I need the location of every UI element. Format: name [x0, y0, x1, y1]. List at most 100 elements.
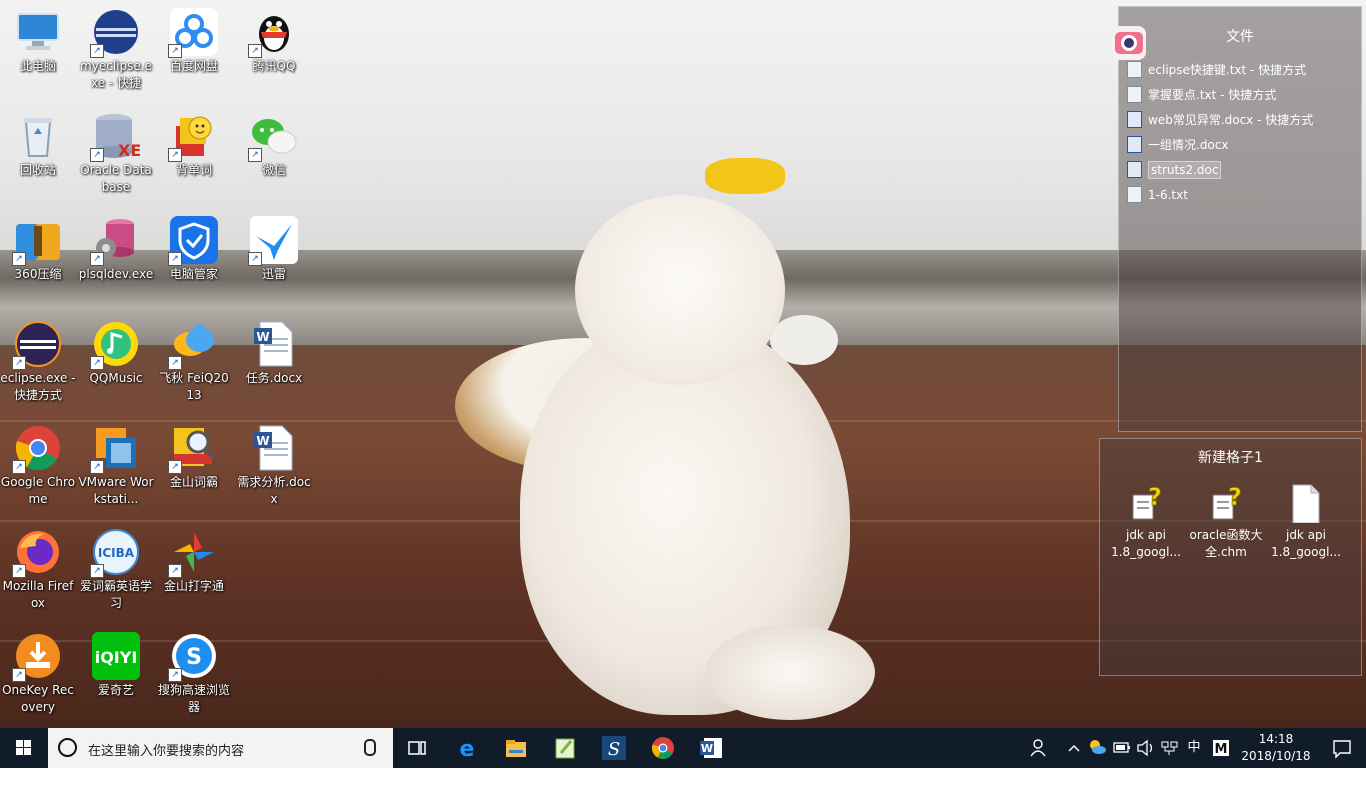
fence-files-panel[interactable]: 文件 eclipse快捷键.txt - 快捷方式 掌握要点.txt - 快捷方式… [1118, 6, 1362, 432]
svg-text:S: S [186, 645, 202, 670]
ime-indicator[interactable]: 中 [1182, 728, 1206, 768]
plsql-developer-icon: ↗ [90, 216, 140, 266]
taskbar-chrome[interactable] [639, 728, 687, 768]
battery-button[interactable] [1110, 728, 1134, 768]
this-pc-icon [14, 8, 62, 56]
kingsoft-typing-icon: ↗ [168, 528, 218, 578]
desktop-icon-requirements-docx[interactable]: W 需求分析.docx [236, 424, 312, 508]
folder-icon [506, 740, 526, 757]
wechat-icon: ↗ [248, 112, 298, 162]
desktop-icon-iqiyi[interactable]: iQIYI 爱奇艺 [78, 632, 154, 699]
desktop-icon-sogou-browser[interactable]: S ↗ 搜狗高速浏览器 [156, 632, 232, 716]
desktop-icon-plsqldev[interactable]: ↗ plsqldev.exe [78, 216, 154, 283]
fence-file-item-selected[interactable]: struts2.doc [1119, 157, 1361, 182]
svg-text:W: W [701, 742, 713, 755]
fence-grid-item[interactable]: ? oracle函数大全.chm [1188, 483, 1264, 561]
taskbar-edge[interactable]: e [443, 728, 491, 768]
desktop-icon-360zip[interactable]: ↗ 360压缩 [0, 216, 76, 283]
svg-text:W: W [256, 330, 269, 344]
desktop-icon-firefox[interactable]: ↗ Mozilla Firefox [0, 528, 76, 612]
eclipse-icon: ↗ [12, 320, 62, 370]
desktop-icon-kingsoft-typing[interactable]: ↗ 金山打字通 [156, 528, 232, 595]
taskbar-notepad-plus[interactable] [541, 728, 589, 768]
taskbar-app-s[interactable]: S [590, 728, 638, 768]
camera-app-icon[interactable] [1112, 26, 1146, 60]
clock-date: 2018/10/18 [1241, 749, 1311, 763]
desktop-icon-label: 腾讯QQ [252, 59, 296, 73]
desktop-icon-feiq[interactable]: ↗ 飞秋 FeiQ2013 [156, 320, 232, 404]
desktop-icon-label: 百度网盘 [169, 59, 218, 73]
cortana-ring-icon [58, 738, 77, 757]
taskbar-clock[interactable]: 14:18 2018/10/18 [1236, 728, 1316, 768]
taskbar: 在这里输入你要搜索的内容 e S W 中 M 14:18 2018/10/18 [0, 728, 1366, 768]
tray-m-app[interactable]: M [1208, 728, 1234, 768]
desktop-icon-onekey[interactable]: ↗ OneKey Recovery [0, 632, 76, 716]
desktop-icon-wechat[interactable]: ↗ 微信 [236, 112, 312, 179]
desktop-icon-label: 金山词霸 [169, 475, 218, 489]
desktop-icon-recycle-bin[interactable]: 回收站 [0, 112, 76, 179]
desktop-icon-eclipse[interactable]: ↗ eclipse.exe - 快捷方式 [0, 320, 76, 404]
volume-button[interactable] [1134, 728, 1158, 768]
desktop-icon-this-pc[interactable]: 此电脑 [0, 8, 76, 75]
network-icon [1161, 741, 1178, 755]
desktop-icon-label: 搜狗高速浏览器 [157, 683, 230, 714]
qq-music-icon: ↗ [90, 320, 140, 370]
desktop-icon-iciba[interactable]: ICIBA ↗ 爱词霸英语学习 [78, 528, 154, 612]
show-hidden-icons[interactable] [1064, 728, 1084, 768]
svg-text:?: ? [1148, 483, 1162, 511]
fence-grid-item[interactable]: ? jdk api 1.8_googl... [1108, 483, 1184, 561]
network-button[interactable] [1158, 728, 1182, 768]
svg-text:M: M [1215, 742, 1228, 757]
windows-logo-icon [16, 740, 31, 755]
start-button[interactable] [0, 728, 48, 768]
word-document-icon: W [250, 320, 298, 368]
svg-text:W: W [256, 434, 269, 448]
word-document-icon [1127, 136, 1142, 153]
tray-app[interactable] [1086, 728, 1108, 768]
wallpaper-toy [705, 158, 785, 194]
microphone-icon[interactable] [364, 739, 376, 756]
desktop-icon-myeclipse[interactable]: ↗ myeclipse.exe - 快捷 [78, 8, 154, 92]
people-button[interactable] [1026, 728, 1052, 768]
taskbar-word[interactable]: W [688, 728, 736, 768]
fence-grid-panel[interactable]: 新建格子1 ? jdk api 1.8_googl... ? oracle函数大… [1099, 438, 1362, 676]
fence-file-item[interactable]: eclipse快捷键.txt - 快捷方式 [1119, 57, 1361, 82]
desktop-icon-vmware[interactable]: ↗ VMware Workstati... [78, 424, 154, 508]
weather-cloud-icon [1090, 740, 1106, 754]
desktop-icon-chrome[interactable]: ↗ Google Chrome [0, 424, 76, 508]
desktop-icon-label: 金山打字通 [163, 579, 224, 593]
desktop-icon-thunder[interactable]: ↗ 迅雷 [236, 216, 312, 283]
myeclipse-icon: ↗ [90, 8, 140, 58]
fence-file-item[interactable]: 一组情况.docx [1119, 132, 1361, 157]
svg-text:S: S [608, 739, 620, 760]
taskbar-file-explorer[interactable] [492, 728, 540, 768]
thunder-bird-icon: ↗ [248, 216, 298, 266]
action-center-button[interactable] [1318, 728, 1366, 768]
fence-file-item[interactable]: 1-6.txt [1119, 182, 1361, 207]
speaker-icon [1137, 739, 1153, 757]
desktop-icon-qq[interactable]: ↗ 腾讯QQ [236, 8, 312, 75]
desktop-icon-qqmusic[interactable]: ↗ QQMusic [78, 320, 154, 387]
clock-time: 14:18 [1258, 732, 1294, 746]
fence-file-item[interactable]: web常见异常.docx - 快捷方式 [1119, 107, 1361, 132]
fence-grid-item[interactable]: jdk api 1.8_googl... [1268, 483, 1344, 561]
fence-file-item[interactable]: 掌握要点.txt - 快捷方式 [1119, 82, 1361, 107]
desktop-icon-pc-manager[interactable]: ↗ 电脑管家 [156, 216, 232, 283]
desktop-icon-label: Oracle Database [80, 163, 152, 194]
baidu-netdisk-icon: ↗ [168, 8, 218, 58]
desktop-icon-oracle[interactable]: XE ↗ Oracle Database [78, 112, 154, 196]
kingsoft-dict-icon: ↗ [168, 424, 218, 474]
desktop-icon-kingsoft-dict[interactable]: ↗ 金山词霸 [156, 424, 232, 491]
onekey-recovery-icon: ↗ [12, 632, 62, 682]
desktop-icon-baidu-netdisk[interactable]: ↗ 百度网盘 [156, 8, 232, 75]
desktop-icon-label: myeclipse.exe - 快捷 [80, 59, 152, 90]
taskbar-search-box[interactable]: 在这里输入你要搜索的内容 [48, 728, 393, 768]
iqiyi-icon: iQIYI [92, 632, 140, 680]
desktop-icon-task-docx[interactable]: W 任务.docx [236, 320, 312, 387]
desktop-icon-label: 爱词霸英语学习 [79, 579, 152, 610]
edge-icon: e [460, 737, 475, 760]
task-view-button[interactable] [393, 728, 441, 768]
word-document-icon [1127, 111, 1142, 128]
desktop-icon-vocabulary[interactable]: ↗ 背单词 [156, 112, 232, 179]
iciba-icon: ICIBA ↗ [90, 528, 140, 578]
